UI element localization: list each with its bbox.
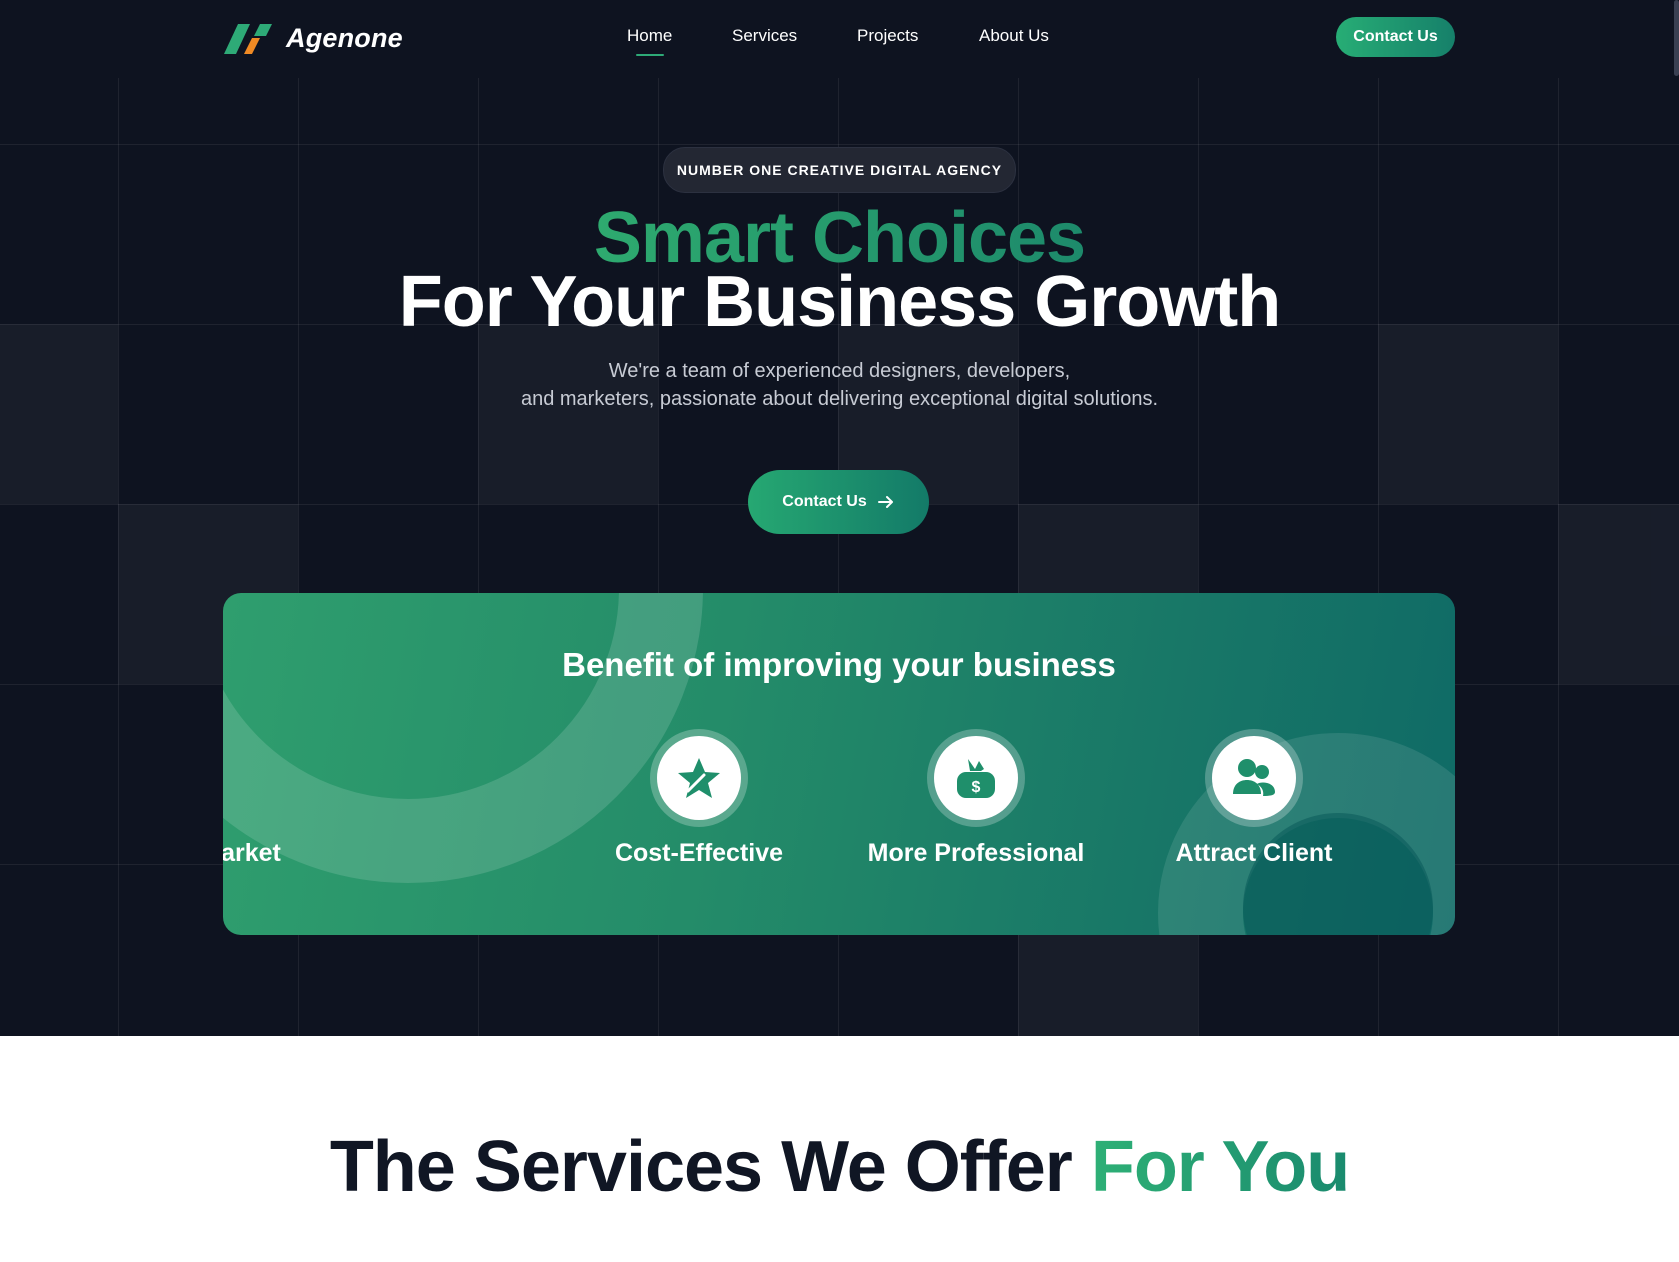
benefit-icon-bg [657, 736, 741, 820]
nav-about-us[interactable]: About Us [979, 26, 1049, 46]
benefit-icon-ring: $ [927, 729, 1025, 827]
nav-contact-button[interactable]: Contact Us [1336, 17, 1455, 57]
svg-text:$: $ [972, 779, 981, 796]
top-navbar: Agenone Home Services Projects About Us … [0, 0, 1679, 76]
benefit-label: Cost-Effective [614, 839, 784, 867]
benefit-icon-ring [650, 729, 748, 827]
users-icon [1233, 759, 1275, 796]
benefit-item: $ More Professional [841, 729, 1111, 868]
nav-home[interactable]: Home [627, 26, 672, 46]
benefit-item: Attract Client [1119, 729, 1389, 868]
benefit-item: Cost-Effective [564, 729, 834, 868]
arrow-right-icon [877, 493, 895, 511]
nav-services[interactable]: Services [732, 26, 797, 46]
benefit-icon-ring [1205, 729, 1303, 827]
benefit-label: Attract Client [1175, 839, 1333, 867]
star-icon [678, 758, 720, 798]
services-title-accent: For You [1090, 1127, 1350, 1207]
hero-contact-button[interactable]: Contact Us [748, 470, 929, 534]
hero-subtitle-line-2: and marketers, passionate about deliveri… [520, 388, 1159, 410]
hero-section: Agenone Home Services Projects About Us … [0, 0, 1679, 1036]
hero-contact-label: Contact Us [782, 493, 867, 510]
benefits-title: Benefit of improving your business [562, 646, 1116, 683]
scrollbar-thumb[interactable] [1674, 0, 1679, 76]
benefit-label: More Professional [867, 839, 1085, 867]
nav-projects[interactable]: Projects [857, 26, 918, 46]
money-bag-icon: $ [957, 759, 995, 798]
benefit-icon-bg: $ [934, 736, 1018, 820]
benefit-label: Expanding the Market [223, 839, 281, 867]
services-title-main: The Services We Offer [329, 1127, 1073, 1207]
hero-subtitle-line-1: We're a team of experienced designers, d… [608, 360, 1071, 382]
services-title: The Services We Offer For You [0, 1126, 1679, 1208]
benefits-card: Benefit of improving your business Expan… [223, 593, 1455, 935]
hero-title-main: For Your Business Growth [398, 262, 1281, 342]
benefit-icon-bg [1212, 736, 1296, 820]
hero-subtitle: We're a team of experienced designers, d… [0, 357, 1679, 413]
benefit-item: Expanding the Market [223, 729, 286, 868]
hero-badge: NUMBER ONE CREATIVE DIGITAL AGENCY [663, 147, 1016, 193]
